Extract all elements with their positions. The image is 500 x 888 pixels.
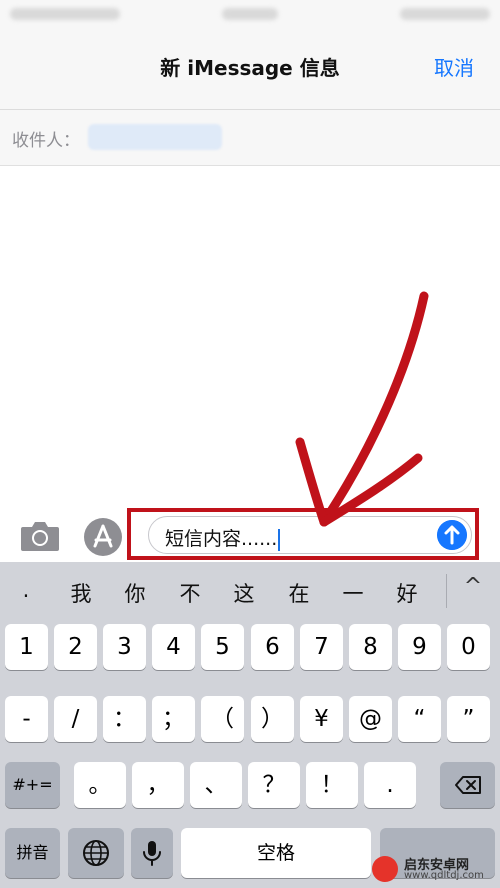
status-time-blurred — [222, 8, 278, 20]
cancel-button[interactable]: 取消 — [434, 52, 474, 81]
key[interactable]: ！ — [306, 762, 358, 808]
candidate-item[interactable]: 这 — [224, 578, 264, 608]
space-key[interactable]: 空格 — [181, 828, 371, 878]
watermark: 启东安卓网 www.qdltdj.com — [372, 852, 498, 886]
symbols-toggle-key[interactable]: #+= — [5, 762, 60, 808]
key[interactable]: ， — [132, 762, 184, 808]
key[interactable]: @ — [349, 696, 392, 742]
app-store-icon[interactable] — [84, 518, 122, 556]
key[interactable]: 7 — [300, 624, 343, 670]
key[interactable]: ¥ — [300, 696, 343, 742]
microphone-icon — [143, 841, 161, 866]
key[interactable]: 2 — [54, 624, 97, 670]
text-caret — [278, 528, 281, 551]
candidate-bar: . 我 你 不 这 在 一 好 ^ — [0, 562, 500, 620]
key[interactable]: （ — [201, 696, 244, 742]
keyboard: . 我 你 不 这 在 一 好 ^ 1 2 3 4 5 6 7 8 9 0 - … — [0, 562, 500, 888]
watermark-url: www.qdltdj.com — [404, 870, 484, 881]
key[interactable]: 3 — [103, 624, 146, 670]
watermark-logo-icon — [372, 856, 398, 882]
nav-bar: 新 iMessage 信息 取消 — [0, 30, 500, 110]
expand-candidates-button[interactable]: ^ — [458, 574, 488, 599]
message-input[interactable]: 短信内容...... — [148, 516, 472, 554]
pinyin-key[interactable]: 拼音 — [5, 828, 60, 878]
message-area — [0, 166, 500, 506]
candidate-item[interactable]: 一 — [333, 578, 373, 608]
status-battery-blurred — [400, 8, 490, 20]
key[interactable]: 1 — [5, 624, 48, 670]
key[interactable]: ” — [447, 696, 490, 742]
recipient-chip-blurred[interactable] — [88, 124, 222, 150]
key[interactable]: 5 — [201, 624, 244, 670]
candidate-item[interactable]: 在 — [279, 578, 319, 608]
key[interactable]: 。 — [74, 762, 126, 808]
key[interactable]: 4 — [152, 624, 195, 670]
key[interactable]: 0 — [447, 624, 490, 670]
key[interactable]: 、 — [190, 762, 242, 808]
key[interactable]: ： — [103, 696, 146, 742]
key[interactable]: ？ — [248, 762, 300, 808]
status-bar — [0, 0, 500, 30]
camera-icon[interactable] — [20, 518, 60, 554]
dictation-key[interactable] — [131, 828, 173, 878]
recipient-row[interactable]: 收件人： — [0, 110, 500, 166]
status-carrier-blurred — [10, 8, 120, 20]
candidate-item[interactable]: . — [6, 578, 46, 602]
delete-key[interactable] — [440, 762, 495, 808]
message-input-text: 短信内容...... — [165, 524, 281, 551]
key[interactable]: “ — [398, 696, 441, 742]
page-title: 新 iMessage 信息 — [160, 56, 340, 80]
key[interactable]: 9 — [398, 624, 441, 670]
backspace-icon — [455, 776, 481, 794]
recipient-label: 收件人： — [12, 131, 80, 151]
globe-icon — [83, 840, 109, 866]
send-button[interactable] — [437, 520, 467, 550]
candidate-item[interactable]: 好 — [387, 578, 427, 608]
key[interactable]: 8 — [349, 624, 392, 670]
key[interactable]: ） — [251, 696, 294, 742]
key[interactable]: . — [364, 762, 416, 808]
key[interactable]: - — [5, 696, 48, 742]
key[interactable]: / — [54, 696, 97, 742]
compose-bar: 短信内容...... — [0, 506, 500, 562]
candidate-divider — [446, 574, 447, 608]
globe-key[interactable] — [68, 828, 124, 878]
key[interactable]: 6 — [251, 624, 294, 670]
candidate-item[interactable]: 不 — [170, 578, 210, 608]
key[interactable]: ； — [152, 696, 195, 742]
candidate-item[interactable]: 我 — [61, 578, 101, 608]
candidate-item[interactable]: 你 — [115, 578, 155, 608]
